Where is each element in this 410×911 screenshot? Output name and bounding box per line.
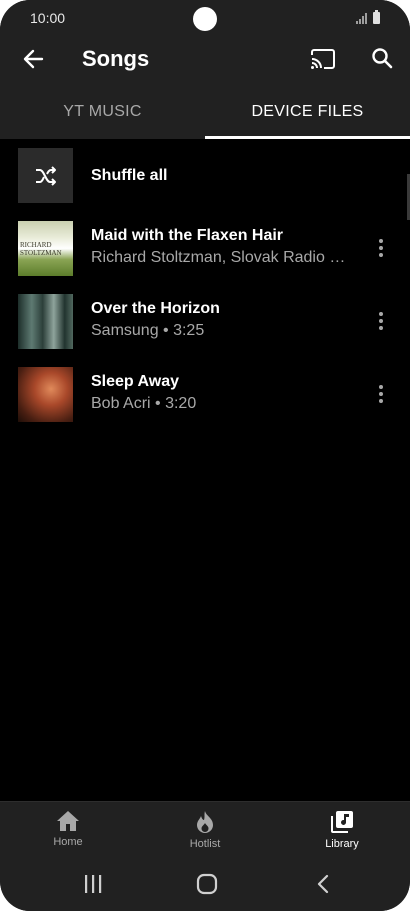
- nav-library-label: Library: [325, 838, 359, 850]
- system-navigation-bar: [0, 859, 410, 911]
- song-list[interactable]: Shuffle all RICHARD STOLTZMAN Maid with …: [0, 139, 410, 431]
- phone-screen: 10:00 Songs YT MUSIC DEVICE FILES Shuffl…: [0, 0, 410, 911]
- more-vert-icon: [379, 312, 383, 316]
- status-bar: 10:00: [0, 0, 410, 36]
- system-back-button[interactable]: [308, 871, 338, 897]
- song-subtitle: Bob Acri • 3:20: [91, 395, 197, 412]
- shuffle-thumb: [18, 148, 73, 203]
- flame-icon: [197, 811, 213, 833]
- song-row[interactable]: RICHARD STOLTZMAN Maid with the Flaxen H…: [0, 212, 410, 285]
- app-bar: Songs: [0, 36, 410, 84]
- page-title: Songs: [82, 46, 150, 71]
- shuffle-all-row[interactable]: Shuffle all: [0, 139, 410, 212]
- song-subtitle: Richard Stoltzman, Slovak Radio Sy…: [91, 249, 353, 266]
- arrow-left-icon: [23, 49, 44, 69]
- status-icons: [356, 10, 380, 24]
- system-home-button[interactable]: [192, 871, 222, 897]
- search-icon: [372, 48, 393, 69]
- nav-library[interactable]: Library: [297, 810, 387, 850]
- cast-icon: [311, 49, 335, 69]
- album-art-text: RICHARD STOLTZMAN: [20, 241, 62, 257]
- shuffle-icon: [35, 165, 56, 186]
- cast-button[interactable]: [306, 44, 340, 74]
- more-vert-icon: [379, 239, 383, 243]
- status-time: 10:00: [30, 10, 66, 26]
- album-art: RICHARD STOLTZMAN: [18, 221, 73, 276]
- recent-apps-button[interactable]: [78, 871, 108, 897]
- song-row[interactable]: Sleep Away Bob Acri • 3:20: [0, 358, 410, 431]
- signal-icon: [356, 13, 367, 24]
- nav-hotlist[interactable]: Hotlist: [160, 810, 250, 850]
- back-button[interactable]: [18, 44, 48, 74]
- home-circle-icon: [196, 873, 218, 895]
- chevron-left-icon: [317, 874, 329, 894]
- bottom-navigation: Home Hotlist Library: [0, 801, 410, 859]
- more-vert-icon: [379, 385, 383, 389]
- more-options-button[interactable]: [370, 380, 392, 408]
- tab-bar: YT MUSIC DEVICE FILES: [0, 84, 410, 220]
- shuffle-all-label: Shuffle all: [91, 167, 168, 184]
- more-options-button[interactable]: [370, 307, 392, 335]
- nav-home-label: Home: [53, 836, 83, 848]
- nav-home[interactable]: Home: [23, 810, 113, 848]
- tab-yt-music[interactable]: YT MUSIC: [0, 84, 205, 139]
- album-art: [18, 367, 73, 422]
- recent-apps-icon: [85, 875, 102, 893]
- library-music-icon: [331, 811, 353, 833]
- front-camera: [193, 7, 217, 31]
- song-title: Over the Horizon: [91, 300, 220, 317]
- song-title: Maid with the Flaxen Hair: [91, 227, 284, 244]
- song-title: Sleep Away: [91, 373, 180, 390]
- song-row[interactable]: Over the Horizon Samsung • 3:25: [0, 285, 410, 358]
- nav-hotlist-label: Hotlist: [189, 838, 221, 850]
- more-options-button[interactable]: [370, 234, 392, 262]
- song-subtitle: Samsung • 3:25: [91, 322, 205, 339]
- home-icon: [57, 811, 79, 831]
- tab-device-files[interactable]: DEVICE FILES: [205, 84, 410, 139]
- album-art: [18, 294, 73, 349]
- search-button[interactable]: [366, 42, 398, 74]
- battery-icon: [373, 10, 380, 24]
